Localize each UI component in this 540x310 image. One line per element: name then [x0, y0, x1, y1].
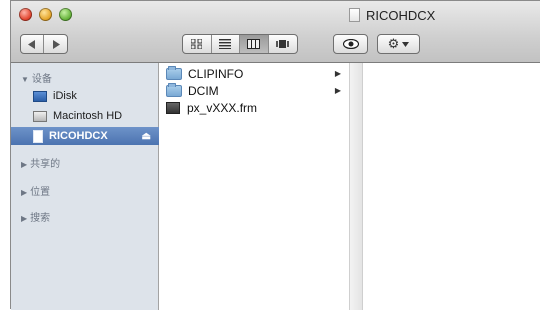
finder-window: RICOHDCX ⚙ ▼ 设备 iDisk Macintosh HD RICOH…	[10, 0, 540, 310]
disclosure-closed-icon: ▶	[21, 188, 28, 197]
browser-column-2	[363, 63, 540, 310]
list-item-dcim[interactable]: DCIM ▶	[159, 82, 349, 99]
list-item-clipinfo[interactable]: CLIPINFO ▶	[159, 65, 349, 82]
folder-icon	[166, 65, 182, 80]
browser-column-1: CLIPINFO ▶ DCIM ▶ px_vXXX.frm	[159, 63, 349, 310]
sidebar-item-ricohdcx[interactable]: RICOHDCX ⏏	[11, 127, 159, 145]
sidebar-section-shared[interactable]: ▶ 共享的	[21, 155, 60, 170]
back-button[interactable]	[21, 35, 45, 53]
quick-look-button[interactable]	[333, 34, 368, 54]
item-name: DCIM	[188, 83, 219, 98]
window-title-text: RICOHDCX	[366, 7, 436, 23]
zoom-button[interactable]	[59, 8, 72, 21]
columns-icon	[247, 39, 261, 49]
sidebar-item-label: iDisk	[53, 90, 77, 102]
triangle-right-icon	[52, 39, 60, 49]
item-name: CLIPINFO	[188, 66, 244, 81]
column-resize-handle[interactable]	[349, 63, 363, 310]
disclosure-open-icon: ▼	[21, 75, 29, 84]
sidebar-section-places[interactable]: ▶ 位置	[21, 183, 50, 198]
forward-button[interactable]	[44, 35, 67, 53]
disk-icon	[349, 8, 360, 22]
back-forward-control	[20, 34, 68, 54]
column-view-button[interactable]	[240, 35, 269, 53]
triangle-left-icon	[28, 39, 35, 49]
icon-grid-icon	[191, 39, 203, 49]
item-name: px_vXXX.frm	[187, 100, 258, 115]
eject-icon[interactable]: ⏏	[142, 131, 151, 142]
list-icon	[219, 39, 232, 49]
disclosure-closed-icon: ▶	[21, 214, 28, 223]
sidebar-item-label: Macintosh HD	[53, 110, 123, 122]
view-mode-control	[182, 34, 298, 54]
close-button[interactable]	[19, 8, 32, 21]
list-view-button[interactable]	[212, 35, 240, 53]
sidebar-item-idisk[interactable]: iDisk	[11, 87, 159, 105]
eye-icon	[342, 39, 359, 49]
list-item-px-vxxx-frm[interactable]: px_vXXX.frm	[159, 99, 349, 116]
action-menu-button[interactable]: ⚙	[377, 34, 420, 54]
minimize-button[interactable]	[39, 8, 52, 21]
gear-icon: ⚙	[387, 36, 400, 51]
coverflow-view-button[interactable]	[269, 35, 297, 53]
sidebar-item-macintosh-hd[interactable]: Macintosh HD	[11, 107, 159, 125]
sidebar-item-label: RICOHDCX	[49, 130, 108, 142]
idisk-icon	[33, 90, 47, 102]
disclosure-closed-icon: ▶	[21, 160, 28, 169]
disclosure-arrow-icon: ▶	[334, 69, 341, 78]
disclosure-arrow-icon: ▶	[334, 86, 341, 95]
icon-view-button[interactable]	[183, 35, 212, 53]
removable-disk-icon	[33, 129, 43, 143]
sidebar: ▼ 设备 iDisk Macintosh HD RICOHDCX ⏏ ▶ 共享的 ▶…	[11, 63, 159, 310]
chevron-down-icon	[402, 41, 410, 47]
sidebar-section-search[interactable]: ▶ 搜索	[21, 209, 50, 224]
sidebar-section-devices[interactable]: ▼ 设备	[21, 70, 52, 85]
file-icon	[166, 101, 180, 114]
coverflow-icon	[276, 40, 290, 48]
toolbar: RICOHDCX ⚙	[11, 1, 540, 63]
hard-drive-icon	[33, 110, 47, 122]
folder-icon	[166, 82, 182, 97]
window-title: RICOHDCX	[349, 6, 435, 24]
